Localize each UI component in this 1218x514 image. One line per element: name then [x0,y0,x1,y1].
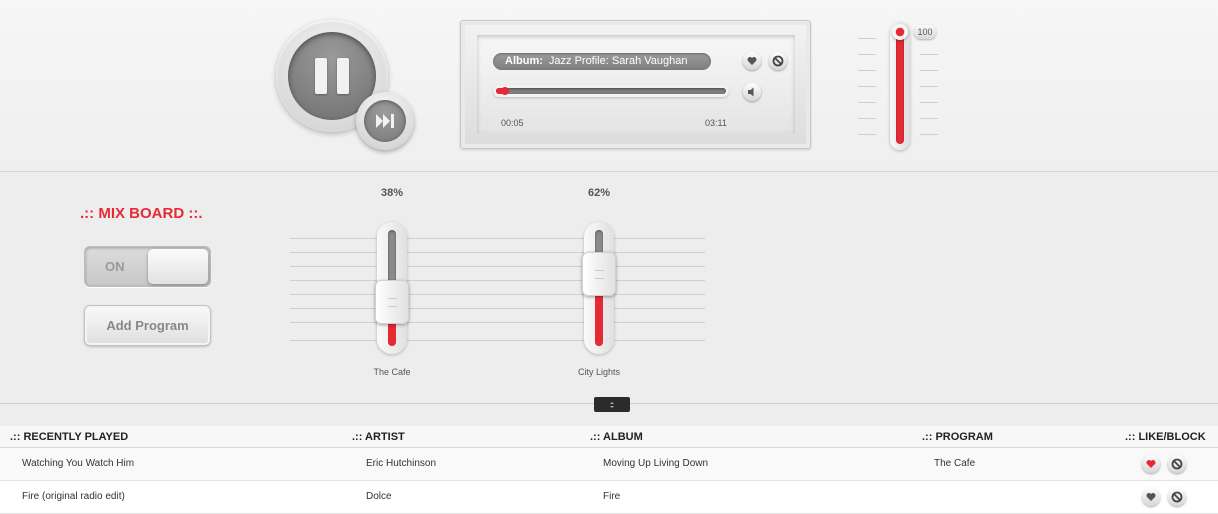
header-program: .:: PROGRAM [922,431,993,443]
fader-thumb[interactable] [582,252,616,297]
album-value: Jazz Profile: Sarah Vaughan [548,55,688,67]
fader-track[interactable] [582,222,616,354]
header-recently-played: .:: RECENTLY PLAYED [10,431,129,443]
volume-tick [858,86,876,87]
cell-program: The Cafe [934,458,976,469]
mixboard-gridlines [290,238,705,342]
skip-forward-button[interactable] [356,92,414,150]
gridline [290,340,705,341]
row-block-button[interactable] [1168,488,1186,506]
mixboard-toggle[interactable]: ON [84,246,211,287]
elapsed-time: 00:05 [501,118,524,128]
header-like-block: .:: LIKE/BLOCK [1125,431,1206,443]
pause-bar-right [337,58,349,94]
volume-knob[interactable] [892,24,908,40]
fader-label: The Cafe [373,367,411,377]
now-playing-screen: Album: Jazz Profile: Sarah Vaughan 00:05… [477,35,795,133]
fader-percent: 38% [380,187,404,199]
volume-slider[interactable] [890,22,910,150]
gridline [290,294,705,295]
volume-tick [920,118,938,119]
volume-tick [858,38,876,39]
heart-icon [747,57,757,65]
volume-tick [920,54,938,55]
gridline [290,322,705,323]
gridline [290,252,705,253]
total-duration: 03:11 [705,118,727,128]
cell-track: Fire (original radio edit) [22,491,125,502]
fader-label: City Lights [577,367,621,377]
fader-track[interactable] [375,222,409,354]
mixboard-title: .:: MIX BOARD ::. [80,205,203,222]
heart-icon [1146,493,1156,501]
row-block-button[interactable] [1168,455,1186,473]
album-info: Album: Jazz Profile: Sarah Vaughan [493,53,711,70]
row-like-button[interactable] [1142,455,1160,473]
pause-bar-left [315,58,327,94]
cell-track: Watching You Watch Him [22,458,135,469]
volume-fill [896,28,904,144]
row-like-button[interactable] [1142,488,1160,506]
progress-knob[interactable] [501,87,510,95]
gridline [290,308,705,309]
table-row[interactable]: Fire (original radio edit) Dolce Fire [0,481,1218,514]
header-artist: .:: ARTIST [352,431,405,443]
toggle-label: ON [105,259,125,274]
gridline [290,280,705,281]
skip-forward-icon [364,100,406,142]
gridline [290,266,705,267]
master-volume: 100 [852,20,952,150]
volume-tick [920,86,938,87]
cell-album: Moving Up Living Down [603,458,709,469]
block-icon [1171,458,1183,470]
block-button[interactable] [769,52,787,70]
album-label: Album: [505,55,543,67]
cell-album: Fire [603,491,621,502]
collapse-toggle[interactable] [594,397,630,412]
progress-groove [496,87,726,95]
fader-thumb[interactable] [375,279,409,324]
now-playing-panel: Album: Jazz Profile: Sarah Vaughan 00:05… [460,20,811,149]
volume-tick [920,134,938,135]
speaker-icon [748,87,754,97]
gridline [290,238,705,239]
volume-tick [858,70,876,71]
toggle-thumb[interactable] [148,249,208,284]
cell-artist: Dolce [366,491,392,502]
block-icon [1171,491,1183,503]
add-program-button[interactable]: Add Program [84,305,211,346]
volume-tick [920,70,938,71]
volume-tick [858,102,876,103]
volume-tick [858,54,876,55]
volume-tick [920,102,938,103]
heart-icon [1146,460,1156,468]
cell-artist: Eric Hutchinson [366,458,437,469]
progress-slider[interactable] [493,85,729,97]
volume-value: 100 [914,25,936,39]
recently-played-table: .:: RECENTLY PLAYED .:: ARTIST .:: ALBUM… [0,426,1218,514]
table-header: .:: RECENTLY PLAYED .:: ARTIST .:: ALBUM… [0,426,1218,448]
like-button[interactable] [743,52,761,70]
collapse-icon [610,402,614,408]
block-icon [772,55,784,67]
header-album: .:: ALBUM [590,431,643,443]
volume-tick [858,134,876,135]
volume-button[interactable] [743,83,761,101]
table-row[interactable]: Watching You Watch Him Eric Hutchinson M… [0,448,1218,481]
volume-tick [858,118,876,119]
fader-percent: 62% [587,187,611,199]
player-bar: Album: Jazz Profile: Sarah Vaughan 00:05… [0,0,1218,172]
